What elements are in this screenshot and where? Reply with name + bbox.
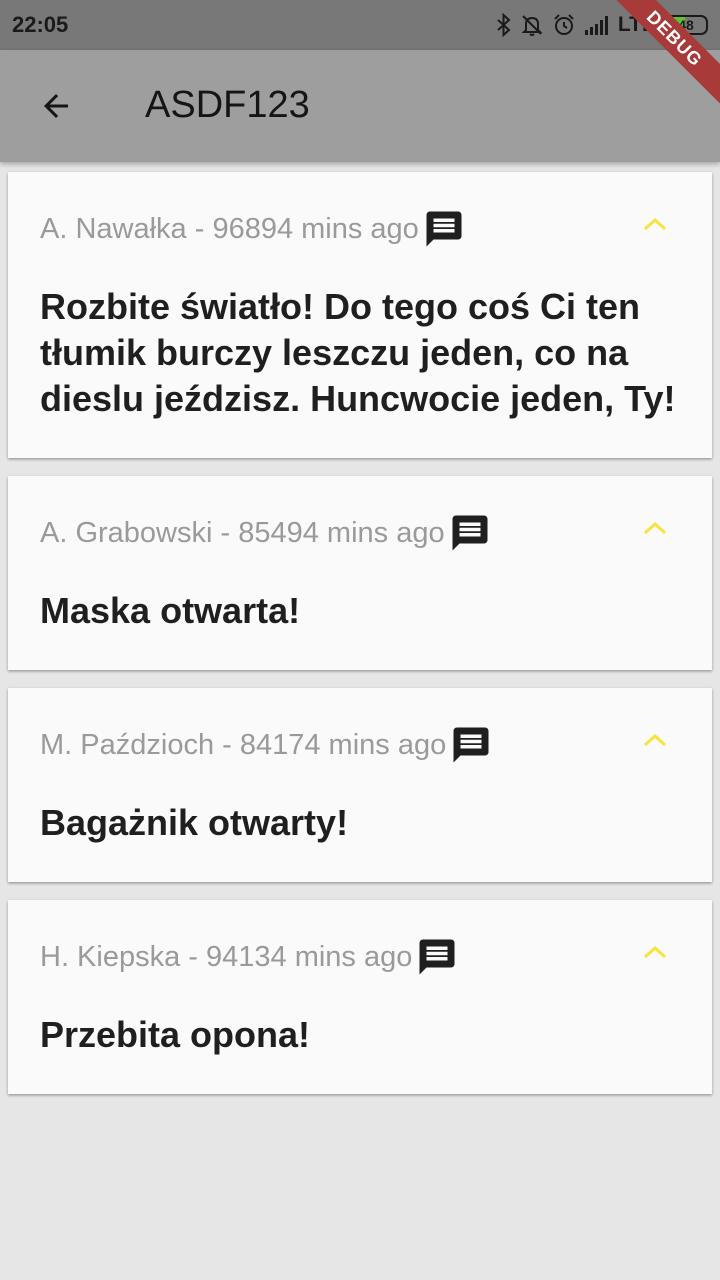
- post-card: M. Paździoch - 84174 mins ago Bagażnik o…: [8, 688, 712, 882]
- post-message-line: Rozbite światło! Do tego coś Ci ten: [40, 286, 641, 327]
- post-message-line: tłumik burczy leszczu jeden, co na: [40, 332, 629, 373]
- comment-icon[interactable]: [423, 208, 465, 250]
- post-message: Bagażnik otwarty!: [40, 800, 712, 846]
- post-message-line: Bagażnik otwarty!: [40, 802, 349, 843]
- chevron-up-icon[interactable]: [642, 732, 668, 748]
- comment-icon[interactable]: [450, 724, 492, 766]
- page-title: ASDF123: [145, 84, 310, 126]
- post-card: H. Kiepska - 94134 mins ago Przebita opo…: [8, 900, 712, 1094]
- alarm-icon: [554, 14, 574, 35]
- signal-icon: [584, 16, 608, 35]
- post-meta: H. Kiepska - 94134 mins ago: [40, 940, 413, 973]
- chevron-up-icon[interactable]: [642, 944, 668, 960]
- post-message: Rozbite światło! Do tego coś Ci ten tłum…: [40, 284, 712, 422]
- post-card: A. Grabowski - 85494 mins ago Maska otwa…: [8, 476, 712, 670]
- post-meta: M. Paździoch - 84174 mins ago: [40, 728, 447, 761]
- post-meta: A. Grabowski - 85494 mins ago: [40, 516, 445, 549]
- comment-icon[interactable]: [449, 512, 491, 554]
- comment-icon[interactable]: [416, 936, 458, 978]
- post-card: A. Nawałka - 96894 mins ago Rozbite świa…: [8, 172, 712, 458]
- post-message: Maska otwarta!: [40, 588, 712, 634]
- post-header: A. Nawałka - 96894 mins ago: [40, 208, 712, 250]
- post-header: A. Grabowski - 85494 mins ago: [40, 512, 712, 554]
- post-message-line: Przebita opona!: [40, 1014, 311, 1055]
- chevron-up-icon[interactable]: [642, 216, 668, 232]
- post-meta: A. Nawałka - 96894 mins ago: [40, 212, 419, 245]
- post-list: A. Nawałka - 96894 mins ago Rozbite świa…: [8, 172, 712, 1112]
- arrow-left-icon: [44, 94, 68, 118]
- app-bar: ASDF123: [0, 50, 720, 162]
- post-message-line: dieslu jeździsz. Huncwocie jeden, Ty!: [40, 378, 676, 419]
- bluetooth-icon: [497, 13, 511, 37]
- status-bar: 22:05 LTE 48: [0, 0, 720, 50]
- back-button[interactable]: [26, 76, 86, 136]
- status-time: 22:05: [12, 12, 69, 37]
- post-header: H. Kiepska - 94134 mins ago: [40, 936, 712, 978]
- chevron-up-icon[interactable]: [642, 520, 668, 536]
- post-message: Przebita opona!: [40, 1012, 712, 1058]
- post-header: M. Paździoch - 84174 mins ago: [40, 724, 712, 766]
- post-message-line: Maska otwarta!: [40, 590, 301, 631]
- muted-bell-icon: [521, 15, 543, 36]
